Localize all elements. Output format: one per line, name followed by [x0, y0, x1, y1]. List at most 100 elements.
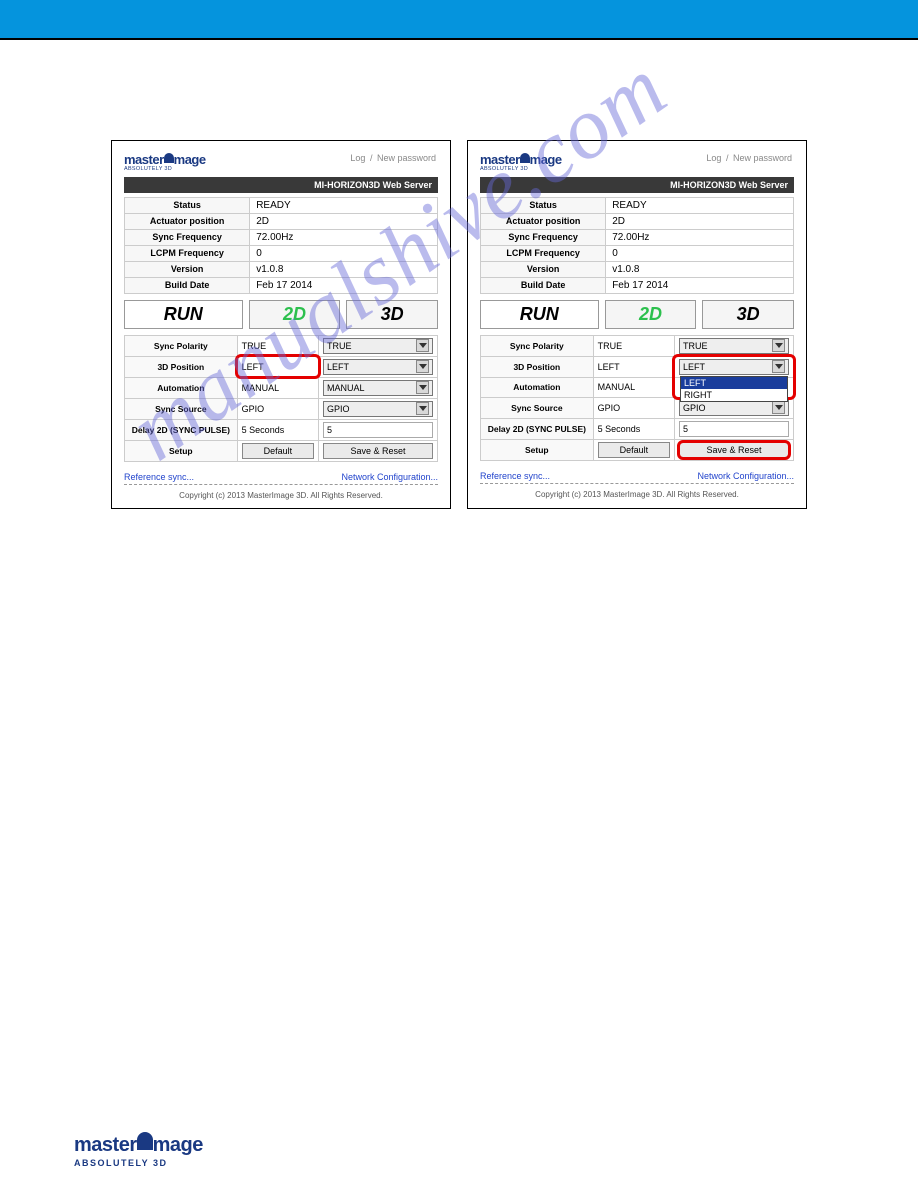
run-button[interactable]: RUN: [480, 300, 599, 329]
logo-text-2: mage: [174, 152, 206, 167]
3d-position-select[interactable]: LEFT: [323, 359, 433, 375]
build-date-label: Build Date: [125, 277, 250, 293]
2d-button[interactable]: 2D: [605, 300, 697, 329]
3d-position-select[interactable]: LEFT LEFT RIGHT: [679, 359, 789, 375]
status-value: READY: [250, 197, 438, 213]
automation-value: MANUAL: [237, 377, 318, 398]
lcpm-freq-value: 0: [250, 245, 438, 261]
delay-2d-input[interactable]: 5: [679, 421, 789, 437]
sync-polarity-value: TRUE: [237, 335, 318, 356]
logo-dot-icon: [164, 153, 174, 163]
default-button[interactable]: Default: [598, 442, 670, 458]
delay-2d-input[interactable]: 5: [323, 422, 433, 438]
log-link[interactable]: Log: [704, 153, 723, 163]
status-value: READY: [606, 197, 794, 213]
3d-button[interactable]: 3D: [702, 300, 794, 329]
sync-polarity-select[interactable]: TRUE: [323, 338, 433, 354]
3d-position-value: LEFT: [237, 356, 318, 377]
network-config-link[interactable]: Network Configuration...: [697, 471, 794, 481]
build-date-label: Build Date: [481, 277, 606, 293]
logo: mastermage ABSOLUTELY 3D: [480, 153, 562, 173]
sync-source-label: Sync Source: [481, 397, 594, 418]
3d-position-label: 3D Position: [481, 356, 594, 377]
dotted-divider: [124, 484, 438, 485]
chevron-down-icon: [416, 339, 429, 352]
sync-freq-label: Sync Frequency: [125, 229, 250, 245]
sync-freq-label: Sync Frequency: [481, 229, 606, 245]
3d-position-label: 3D Position: [125, 356, 238, 377]
sync-polarity-select-text: TRUE: [327, 341, 352, 351]
logo-text-1: master: [124, 152, 164, 167]
top-blue-bar: [0, 0, 918, 38]
build-date-value: Feb 17 2014: [250, 277, 438, 293]
network-config-link[interactable]: Network Configuration...: [341, 472, 438, 482]
reference-sync-link[interactable]: Reference sync...: [124, 472, 194, 482]
new-password-link[interactable]: New password: [375, 153, 438, 163]
sync-source-value: GPIO: [593, 397, 674, 418]
automation-value: MANUAL: [593, 377, 674, 397]
logo-tagline: ABSOLUTELY 3D: [124, 167, 206, 173]
status-label: Status: [481, 197, 606, 213]
delay-2d-value: 5 Seconds: [593, 418, 674, 439]
2d-button[interactable]: 2D: [249, 300, 341, 329]
logo-tagline: ABSOLUTELY 3D: [74, 1158, 203, 1168]
save-reset-button[interactable]: Save & Reset: [323, 443, 433, 459]
lcpm-freq-label: LCPM Frequency: [125, 245, 250, 261]
actuator-pos-value: 2D: [250, 213, 438, 229]
version-label: Version: [125, 261, 250, 277]
status-table: StatusREADY Actuator position2D Sync Fre…: [124, 197, 438, 294]
setup-label: Setup: [481, 439, 594, 460]
panel-title: MI-HORIZON3D Web Server: [480, 177, 794, 193]
3d-position-select-text: LEFT: [683, 362, 705, 372]
actuator-pos-label: Actuator position: [125, 213, 250, 229]
reference-sync-link[interactable]: Reference sync...: [480, 471, 550, 481]
logo-text-2: mage: [530, 152, 562, 167]
logo-text-2: mage: [153, 1134, 203, 1156]
header-links: Log / New password: [704, 153, 794, 163]
actuator-pos-value: 2D: [606, 213, 794, 229]
lcpm-freq-value: 0: [606, 245, 794, 261]
sync-polarity-select[interactable]: TRUE: [679, 338, 789, 354]
log-link[interactable]: Log: [348, 153, 367, 163]
3d-position-value: LEFT: [593, 356, 674, 377]
lcpm-freq-label: LCPM Frequency: [481, 245, 606, 261]
header-links: Log / New password: [348, 153, 438, 163]
setup-label: Setup: [125, 440, 238, 461]
automation-label: Automation: [481, 377, 594, 397]
panels-container: mastermage ABSOLUTELY 3D Log / New passw…: [0, 40, 918, 509]
copyright: Copyright (c) 2013 MasterImage 3D. All R…: [480, 486, 794, 501]
status-table: StatusREADY Actuator position2D Sync Fre…: [480, 197, 794, 294]
actuator-pos-label: Actuator position: [481, 213, 606, 229]
build-date-value: Feb 17 2014: [606, 277, 794, 293]
link-sep: /: [370, 153, 373, 163]
copyright: Copyright (c) 2013 MasterImage 3D. All R…: [124, 487, 438, 502]
automation-select-text: MANUAL: [327, 383, 365, 393]
sync-source-select[interactable]: GPIO: [679, 400, 789, 416]
automation-select[interactable]: MANUAL: [323, 380, 433, 396]
version-value: v1.0.8: [250, 261, 438, 277]
3d-position-select-text: LEFT: [327, 362, 349, 372]
sync-source-select-text: GPIO: [683, 403, 706, 413]
dropdown-option-right[interactable]: RIGHT: [681, 389, 787, 401]
new-password-link[interactable]: New password: [731, 153, 794, 163]
logo-dot-icon: [520, 153, 530, 163]
3d-button[interactable]: 3D: [346, 300, 438, 329]
logo-tagline-text: ABSOLUTELY 3D: [74, 1158, 168, 1168]
version-label: Version: [481, 261, 606, 277]
save-reset-button[interactable]: Save & Reset: [679, 442, 789, 458]
status-label: Status: [125, 197, 250, 213]
chevron-down-icon: [416, 360, 429, 373]
sync-freq-value: 72.00Hz: [250, 229, 438, 245]
version-value: v1.0.8: [606, 261, 794, 277]
default-button[interactable]: Default: [242, 443, 314, 459]
sync-polarity-label: Sync Polarity: [481, 335, 594, 356]
dotted-divider: [480, 483, 794, 484]
sync-source-select[interactable]: GPIO: [323, 401, 433, 417]
run-button[interactable]: RUN: [124, 300, 243, 329]
panel-left: master mage ABSOLUTELY 3D Log / New passw…: [111, 140, 451, 509]
dropdown-option-left[interactable]: LEFT: [681, 377, 787, 389]
chevron-down-icon: [416, 402, 429, 415]
sync-polarity-select-text: TRUE: [683, 341, 708, 351]
logo-text-1: master: [74, 1134, 137, 1156]
footer-logo: master mage ABSOLUTELY 3D: [74, 1133, 203, 1168]
